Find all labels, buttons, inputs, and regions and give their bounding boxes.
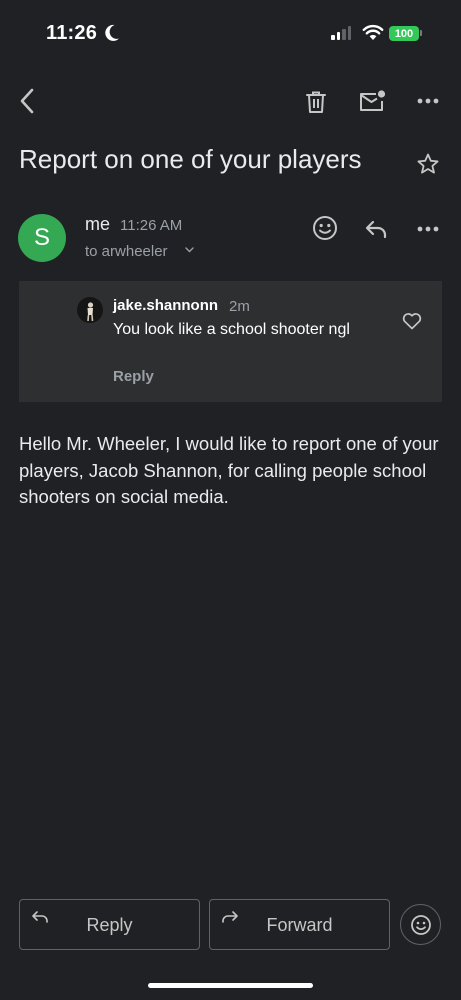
chevron-down-icon[interactable]	[185, 247, 194, 253]
quoted-reply-link[interactable]: Reply	[113, 368, 154, 385]
sender-avatar[interactable]: S	[18, 214, 66, 262]
user-avatar	[77, 297, 103, 323]
email-body: Hello Mr. Wheeler, I would like to repor…	[19, 433, 439, 507]
reply-action-label: Reply	[86, 915, 133, 935]
reply-action-button[interactable]: Reply	[19, 899, 200, 950]
star-button[interactable]	[412, 148, 444, 180]
sender-name[interactable]: me	[85, 214, 110, 235]
reply-button[interactable]	[360, 214, 392, 244]
cellular-signal-icon	[331, 26, 351, 40]
smiley-icon	[313, 216, 337, 240]
quoted-text: You look like a school shooter ngl	[113, 321, 350, 338]
star-outline-icon	[417, 153, 439, 174]
recipient-details-toggle[interactable]: to arwheeler	[85, 243, 168, 260]
wifi-icon	[362, 24, 384, 40]
delete-button[interactable]	[300, 86, 332, 118]
quoted-username[interactable]: jake.shannonn	[113, 297, 218, 314]
avatar-letter: S	[33, 224, 50, 251]
battery-indicator: 100	[389, 26, 419, 41]
trash-icon	[306, 91, 326, 113]
back-arrow-icon	[20, 88, 34, 114]
forward-action-label: Forward	[266, 915, 333, 935]
battery-level: 100	[394, 27, 414, 40]
mark-unread-button[interactable]	[354, 84, 390, 118]
like-button[interactable]	[400, 310, 424, 332]
heart-outline-icon	[402, 313, 422, 330]
add-reaction-button[interactable]	[309, 212, 341, 244]
message-more-button[interactable]	[412, 216, 444, 242]
more-horizontal-icon	[417, 226, 439, 232]
email-screen: { "status_bar": { "time": "11:26", "focu…	[0, 0, 461, 1000]
forward-action-button[interactable]: Forward	[209, 899, 390, 950]
battery-nub	[420, 30, 422, 36]
quoted-age: 2m	[229, 298, 250, 315]
email-subject: Report on one of your players	[19, 144, 362, 174]
home-indicator[interactable]	[148, 983, 313, 988]
smiley-icon	[410, 914, 431, 935]
more-options-button[interactable]	[412, 88, 444, 114]
sent-time: 11:26 AM	[120, 217, 183, 234]
moon-icon	[105, 24, 119, 41]
back-button[interactable]	[10, 84, 44, 118]
react-button[interactable]	[400, 904, 441, 945]
reply-arrow-icon	[365, 220, 387, 239]
more-horizontal-icon	[417, 98, 439, 104]
mail-unread-icon	[360, 90, 386, 111]
status-time: 11:26	[46, 22, 98, 44]
